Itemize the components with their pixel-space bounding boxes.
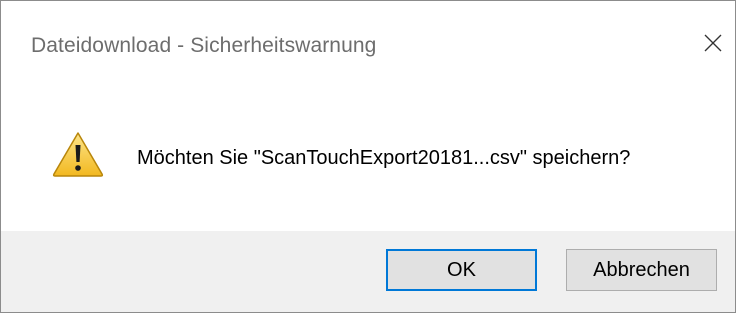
ok-button[interactable]: OK xyxy=(386,249,537,291)
cancel-button[interactable]: Abbrechen xyxy=(566,249,717,291)
close-button[interactable] xyxy=(691,19,735,67)
warning-message: Möchten Sie "ScanTouchExport20181...csv"… xyxy=(137,147,631,169)
security-warning-dialog: Dateidownload - Sicherheitswarnung Möcht… xyxy=(0,0,736,313)
title-bar: Dateidownload - Sicherheitswarnung xyxy=(1,1,735,85)
button-bar: OK Abbrechen xyxy=(1,231,735,312)
close-icon xyxy=(704,34,722,52)
dialog-content: Möchten Sie "ScanTouchExport20181...csv"… xyxy=(1,85,735,231)
window-title: Dateidownload - Sicherheitswarnung xyxy=(31,34,377,57)
warning-icon xyxy=(52,132,104,177)
